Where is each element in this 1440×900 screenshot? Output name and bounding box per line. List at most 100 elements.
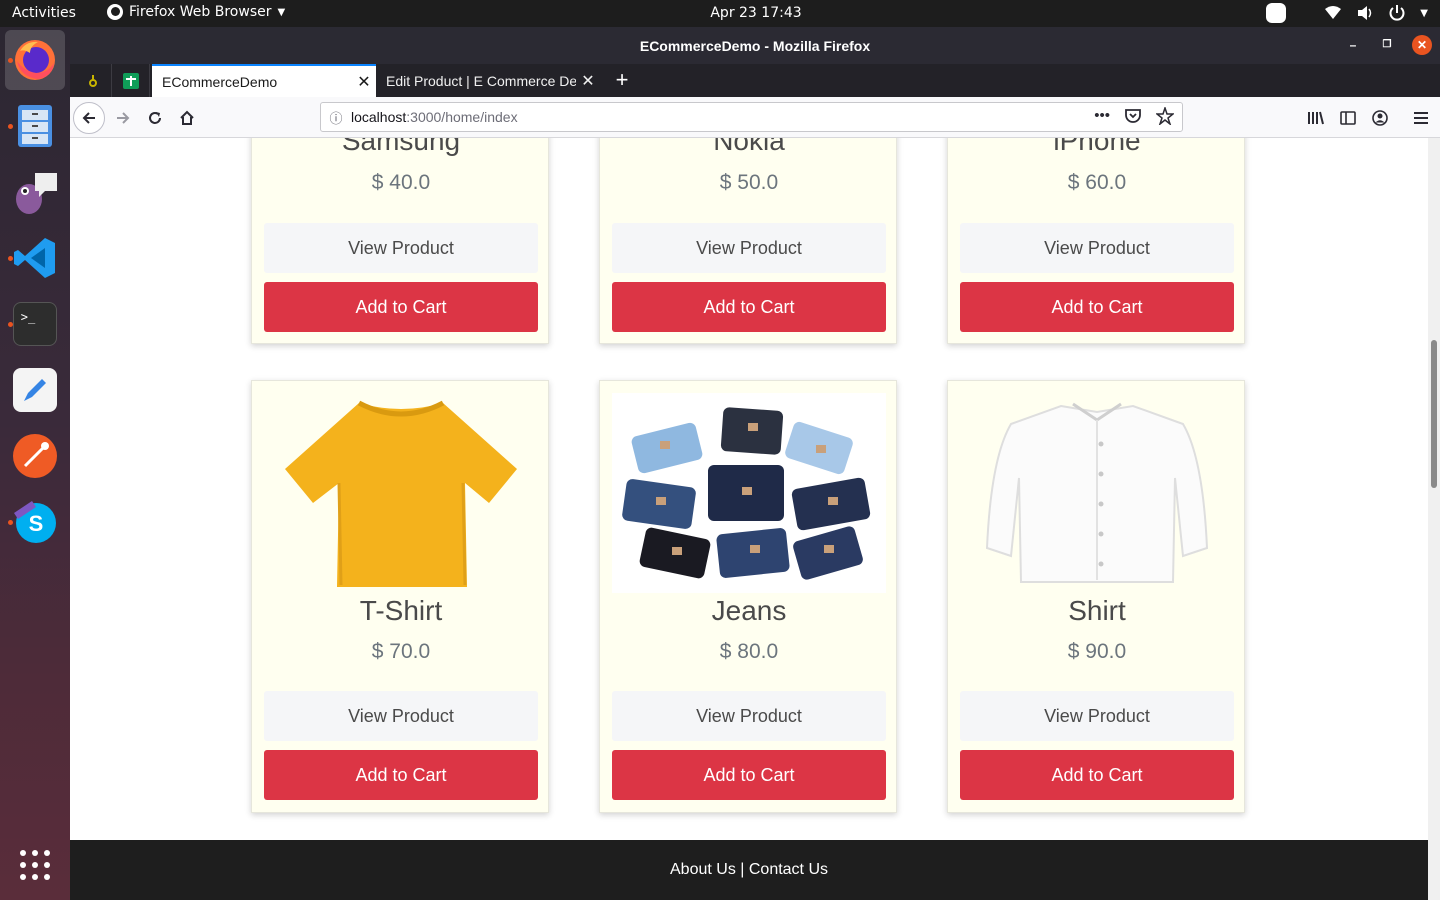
window-title: ECommerceDemo - Mozilla Firefox [639, 38, 871, 54]
ubuntu-dock: >_ S [0, 27, 70, 900]
shirt-image [985, 402, 1209, 583]
running-indicator [8, 520, 13, 525]
arrow-left-icon [82, 112, 95, 124]
system-tray[interactable]: ▼ [1266, 3, 1428, 23]
minimize-button[interactable]: – [1343, 35, 1363, 55]
add-to-cart-button[interactable]: Add to Cart [264, 282, 538, 332]
tab-label: ECommerceDemo [162, 73, 278, 90]
view-product-button[interactable]: View Product [960, 223, 1234, 273]
product-name: T-Shirt [359, 595, 443, 626]
menu-button[interactable] [1406, 103, 1436, 133]
tab-ecommercedemo[interactable]: ECommerceDemo ✕ [152, 64, 376, 97]
pinned-tab[interactable] [74, 64, 112, 97]
product-image [264, 393, 538, 593]
view-product-button[interactable]: View Product [264, 223, 538, 273]
about-us-link[interactable]: About Us [670, 861, 736, 878]
hamburger-icon [1414, 112, 1428, 124]
add-to-cart-button[interactable]: Add to Cart [612, 750, 886, 800]
product-price: $ 40.0 [371, 171, 431, 194]
view-product-button[interactable]: View Product [612, 223, 886, 273]
show-applications-button[interactable] [5, 835, 65, 895]
product-name: Shirt [1068, 595, 1126, 626]
add-to-cart-button[interactable]: Add to Cart [960, 282, 1234, 332]
product-image [612, 393, 886, 593]
gnome-top-bar: Activities Firefox Web Browser ▼ Apr 23 … [0, 0, 1440, 27]
product-card: T-Shirt $ 70.0 View Product Add to Cart [251, 380, 549, 813]
product-card: Nokia $ 50.0 View Product Add to Cart [599, 138, 897, 344]
product-name: Samsung [341, 138, 461, 156]
url-host: localhost [351, 109, 407, 125]
maximize-button[interactable]: ❐ [1377, 35, 1397, 55]
reload-icon [149, 112, 161, 124]
dock-terminal[interactable]: >_ [5, 294, 65, 354]
scrollbar-thumb[interactable] [1431, 340, 1437, 488]
tab-bar: ECommerceDemo ✕ Edit Product | E Commerc… [70, 64, 1440, 97]
page-scrollbar[interactable] [1428, 138, 1440, 900]
terminal-icon: >_ [13, 302, 57, 346]
sheets-icon [122, 72, 139, 89]
reload-button[interactable] [140, 103, 170, 133]
forward-button[interactable] [108, 103, 138, 133]
dock-firefox[interactable] [5, 30, 65, 90]
skype-preview-icon: S [14, 501, 56, 543]
account-button[interactable] [1365, 103, 1395, 133]
library-button[interactable] [1301, 103, 1331, 133]
notification-icon[interactable] [1266, 3, 1287, 23]
dock-postman[interactable] [5, 426, 65, 486]
view-product-button[interactable]: View Product [612, 691, 886, 741]
svg-text:S: S [29, 511, 44, 536]
pinned-tab[interactable] [112, 64, 150, 97]
product-card: Jeans $ 80.0 View Product Add to Cart [599, 380, 897, 813]
more-actions-icon[interactable]: ••• [1094, 107, 1110, 125]
chevron-down-icon: ▼ [1420, 7, 1428, 19]
url-path: :3000/home/index [406, 109, 518, 125]
close-tab-icon[interactable]: ✕ [352, 72, 376, 92]
tab-edit-product[interactable]: Edit Product | E Commerce Demo ✕ [376, 64, 600, 97]
close-window-button[interactable]: ✕ [1412, 35, 1432, 55]
star-icon[interactable] [1156, 107, 1174, 125]
window-titlebar: ECommerceDemo - Mozilla Firefox – ❐ ✕ [70, 27, 1440, 64]
pidgin-icon [16, 173, 57, 214]
wifi-icon [1325, 6, 1342, 19]
contact-us-link[interactable]: Contact Us [749, 861, 828, 878]
dock-pidgin[interactable] [5, 162, 65, 222]
running-indicator [8, 322, 13, 327]
product-card: Samsung $ 40.0 View Product Add to Cart [251, 138, 549, 344]
back-button[interactable] [73, 102, 105, 134]
url-bar[interactable]: ⓘ localhost:3000/home/index ••• [320, 102, 1183, 132]
text-editor-icon [13, 368, 57, 412]
dock-files[interactable] [5, 96, 65, 156]
add-to-cart-button[interactable]: Add to Cart [612, 282, 886, 332]
footer-separator: | [735, 861, 749, 878]
vscode-icon [14, 238, 55, 278]
postman-icon [13, 434, 57, 478]
sidebar-button[interactable] [1333, 103, 1363, 133]
product-name: Nokia [713, 138, 785, 156]
dock-text-editor[interactable] [5, 360, 65, 420]
product-price: $ 70.0 [371, 640, 431, 663]
dock-vscode[interactable] [5, 228, 65, 288]
volume-icon [1358, 6, 1372, 20]
close-tab-icon[interactable]: ✕ [576, 71, 600, 91]
new-tab-button[interactable]: + [607, 66, 637, 96]
add-to-cart-button[interactable]: Add to Cart [264, 750, 538, 800]
product-image [960, 393, 1234, 593]
add-to-cart-button[interactable]: Add to Cart [960, 750, 1234, 800]
view-product-button[interactable]: View Product [264, 691, 538, 741]
page-content: Samsung $ 40.0 View Product Add to Cart … [70, 138, 1428, 840]
grid-icon [20, 850, 50, 880]
product-name: Jeans [711, 595, 787, 626]
product-price: $ 90.0 [1067, 640, 1127, 663]
dock-skype[interactable]: S [5, 492, 65, 552]
running-indicator [8, 58, 13, 63]
info-icon[interactable]: ⓘ [321, 108, 351, 127]
site-footer: About Us | Contact Us [70, 840, 1428, 900]
clock[interactable]: Apr 23 17:43 [0, 5, 1440, 21]
view-product-button[interactable]: View Product [960, 691, 1234, 741]
key-icon [88, 74, 97, 87]
jeans-image [622, 407, 871, 580]
home-button[interactable] [172, 103, 202, 133]
product-price: $ 60.0 [1067, 171, 1127, 194]
pocket-icon[interactable] [1124, 107, 1142, 125]
product-card: Shirt $ 90.0 View Product Add to Cart [947, 380, 1245, 813]
